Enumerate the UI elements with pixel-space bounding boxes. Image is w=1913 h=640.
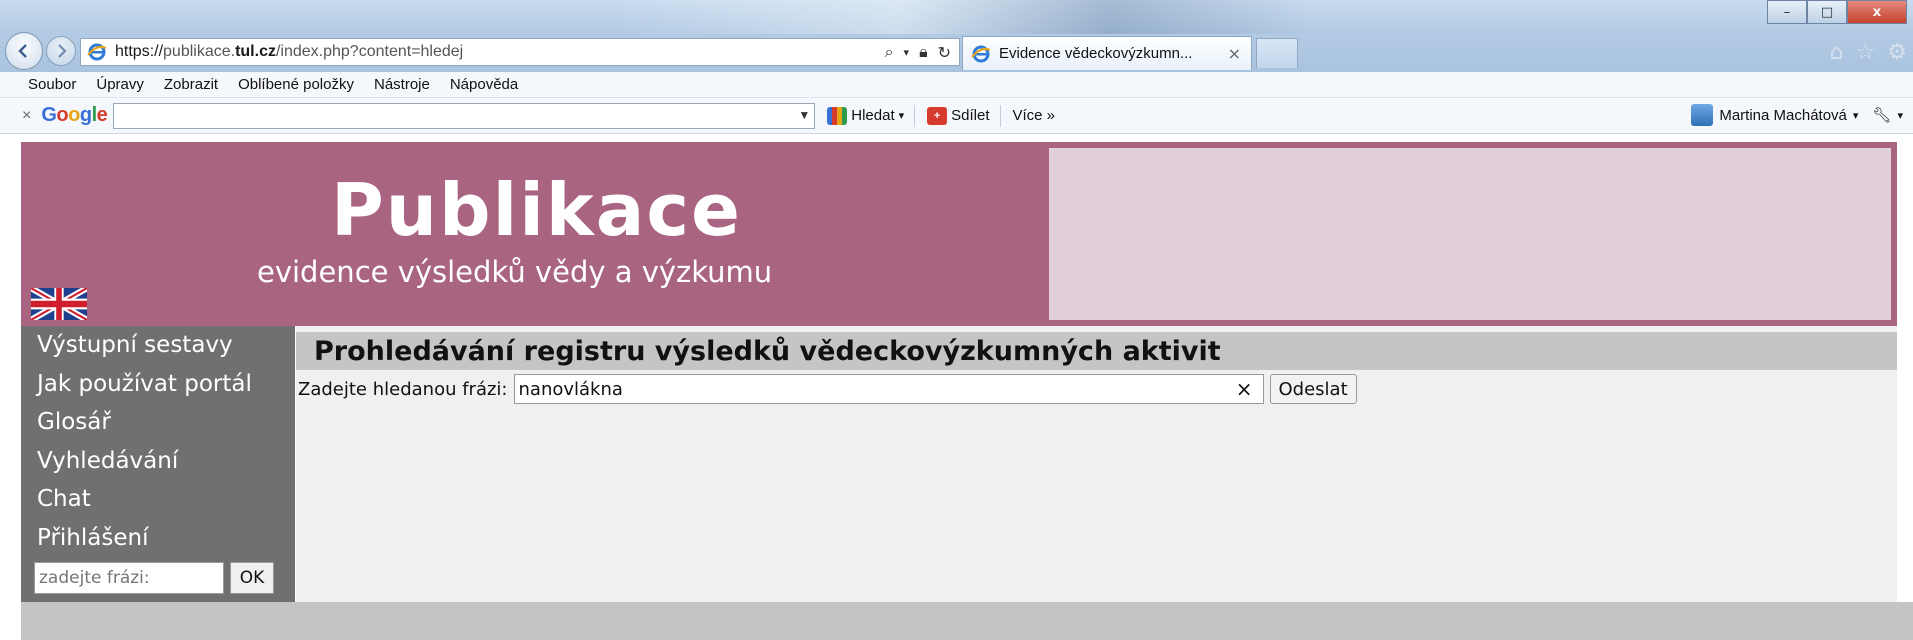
site-header-banner: Publikace evidence výsledků vědy a výzku… bbox=[21, 142, 1897, 326]
sidebar-item-how-to-use[interactable]: Jak používat portál bbox=[21, 365, 295, 404]
google-search-input[interactable]: ▼ bbox=[113, 102, 816, 129]
site-subtitle: evidence výsledků vědy a výzkumu bbox=[257, 255, 773, 289]
forward-arrow-icon bbox=[58, 44, 67, 58]
avatar bbox=[1691, 104, 1714, 126]
share-button[interactable]: + Sdílet bbox=[927, 106, 990, 125]
favorites-star-icon[interactable]: ☆ bbox=[1856, 40, 1876, 65]
google-toolbar: × Google ▼ Hledat ▾ + Sdílet Více » Mart… bbox=[0, 98, 1913, 134]
search-logo-icon bbox=[827, 106, 848, 125]
sidebar-item-chat[interactable]: Chat bbox=[21, 480, 295, 519]
menu-tools[interactable]: Nástroje bbox=[374, 76, 430, 93]
clear-icon[interactable]: × bbox=[1236, 377, 1253, 401]
sidebar-search: OK bbox=[34, 562, 274, 594]
page-footer bbox=[21, 602, 1913, 640]
close-window-button[interactable]: x bbox=[1847, 0, 1907, 24]
search-input[interactable] bbox=[514, 375, 1215, 403]
google-logo: Google bbox=[41, 104, 108, 126]
browser-tab-active[interactable]: Evidence vědeckovýzkumn... × bbox=[962, 36, 1252, 70]
google-plus-icon: + bbox=[927, 106, 948, 125]
browser-titlebar: https://publikace.tul.cz/index.php?conte… bbox=[0, 0, 1913, 72]
user-name: Martina Machátová bbox=[1719, 106, 1847, 124]
user-account[interactable]: Martina Machátová ▾ 🔧︎ ▾ bbox=[1691, 104, 1903, 126]
uk-flag-icon[interactable] bbox=[31, 288, 87, 320]
sidebar-item-output-reports[interactable]: Výstupní sestavy bbox=[21, 326, 295, 365]
toolbar-close-icon[interactable]: × bbox=[22, 107, 31, 125]
new-tab-button[interactable] bbox=[1256, 38, 1298, 68]
search-form: Zadejte hledanou frázi: × Odeslat bbox=[298, 374, 1357, 404]
menu-view[interactable]: Zobrazit bbox=[164, 76, 218, 93]
tab-label: Evidence vědeckovýzkumn... bbox=[999, 45, 1193, 62]
back-button[interactable] bbox=[5, 32, 43, 70]
ie-logo-icon bbox=[87, 43, 107, 61]
search-icon[interactable]: ⌕ bbox=[885, 42, 894, 62]
sidebar-nav: Výstupní sestavy Jak používat portál Glo… bbox=[21, 326, 295, 602]
address-bar[interactable]: https://publikace.tul.cz/index.php?conte… bbox=[80, 38, 960, 66]
wrench-icon[interactable]: 🔧︎ bbox=[1872, 106, 1891, 124]
page-title: Prohledávání registru výsledků vědeckový… bbox=[296, 332, 1897, 370]
site-title: Publikace bbox=[331, 168, 742, 252]
maximize-button[interactable]: □ bbox=[1807, 0, 1847, 24]
menu-help[interactable]: Nápověda bbox=[450, 76, 518, 93]
back-arrow-icon bbox=[18, 44, 27, 58]
minimize-button[interactable]: – bbox=[1767, 0, 1807, 24]
sidebar-search-input[interactable] bbox=[34, 562, 224, 594]
menu-edit[interactable]: Úpravy bbox=[96, 76, 144, 93]
sidebar-item-glossary[interactable]: Glosář bbox=[21, 403, 295, 442]
refresh-icon[interactable]: ↻ bbox=[938, 43, 951, 62]
sidebar-item-login[interactable]: Přihlášení bbox=[21, 519, 295, 558]
chevron-down-icon[interactable]: ▼ bbox=[798, 108, 810, 122]
home-icon[interactable]: ⌂ bbox=[1830, 40, 1844, 65]
forward-button[interactable] bbox=[46, 36, 76, 66]
search-label: Zadejte hledanou frázi: bbox=[298, 378, 508, 400]
lock-icon[interactable]: 🔒︎ bbox=[919, 42, 928, 62]
header-side-panel bbox=[1049, 148, 1891, 320]
menu-file[interactable]: Soubor bbox=[28, 76, 76, 93]
window-controls: – □ x bbox=[1767, 0, 1907, 24]
main-content: Prohledávání registru výsledků vědeckový… bbox=[296, 326, 1897, 602]
dropdown-icon[interactable]: ▾ bbox=[904, 46, 910, 59]
tab-close-icon[interactable]: × bbox=[1228, 44, 1241, 63]
address-url: https://publikace.tul.cz/index.php?conte… bbox=[115, 43, 464, 60]
submit-button[interactable]: Odeslat bbox=[1269, 374, 1357, 404]
google-search-button[interactable]: Hledat ▾ bbox=[827, 106, 905, 125]
web-page: Publikace evidence výsledků vědy a výzku… bbox=[0, 134, 1913, 640]
sidebar-search-button[interactable]: OK bbox=[230, 562, 274, 594]
sidebar-item-search[interactable]: Vyhledávání bbox=[21, 442, 295, 481]
search-field-wrapper: × bbox=[513, 374, 1264, 404]
chevron-down-icon: ▾ bbox=[1897, 109, 1903, 122]
settings-gear-icon[interactable]: ⚙ bbox=[1887, 40, 1907, 65]
menu-bar: Soubor Úpravy Zobrazit Oblíbené položky … bbox=[0, 72, 1913, 98]
chevron-down-icon: ▾ bbox=[898, 110, 905, 122]
ie-logo-icon bbox=[971, 45, 991, 62]
chevron-down-icon: ▾ bbox=[1852, 109, 1859, 122]
menu-favorites[interactable]: Oblíbené položky bbox=[238, 76, 354, 93]
more-button[interactable]: Více » bbox=[1013, 107, 1056, 124]
